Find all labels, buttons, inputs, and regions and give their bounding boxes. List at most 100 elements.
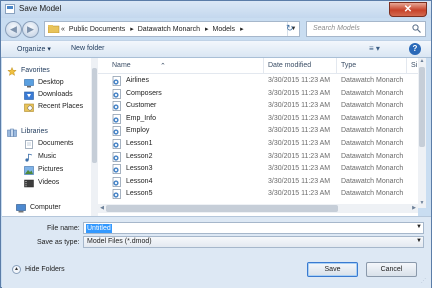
sidebar-item-music[interactable]: Music [38,153,56,160]
sort-arrow-icon: ⌃ [160,63,166,70]
file-date-modified: 3/30/2015 11:23 AM [268,177,331,185]
scroll-up-icon[interactable]: ▲ [418,58,426,66]
column-header-name[interactable]: Name [112,62,131,69]
resize-grip-icon[interactable]: ⋰ [421,278,429,286]
hide-folders-label[interactable]: Hide Folders [25,266,65,273]
file-list-hscroll-thumb[interactable] [106,205,338,212]
file-name[interactable]: Lesson1 [126,140,152,147]
cancel-button[interactable]: Cancel [366,262,417,277]
libraries-icon [7,128,17,137]
file-type: Datawatch Monarch [341,190,404,198]
column-divider[interactable] [406,58,407,74]
search-icon[interactable] [412,24,421,33]
breadcrumb: « Public Documents ▸ Datawatch Monarch ▸ M… [61,25,246,33]
recent-places-icon [24,103,34,112]
file-list: ⌃ Name Date modified Type Si Airlines 3/3… [98,58,418,216]
model-file-icon [112,113,121,124]
scroll-right-icon[interactable]: ▶ [410,204,418,213]
sidebar-item-documents[interactable]: Documents [38,140,73,147]
file-row[interactable]: Lesson5 3/30/2015 11:23 AM Datawatch Monar… [98,188,418,200]
breadcrumb-separator[interactable]: ▸ [205,26,209,33]
star-icon [7,67,17,76]
search-input[interactable]: Search Models [313,25,360,32]
sidebar-group-computer[interactable]: Computer [30,204,61,211]
file-date-modified: 3/30/2015 11:23 AM [268,114,331,122]
file-name-value[interactable]: Untitled [86,224,112,233]
file-row[interactable]: Lesson4 3/30/2015 11:23 AM Datawatch Monar… [98,176,418,188]
file-date-modified: 3/30/2015 11:23 AM [268,77,331,84]
save-as-type-select[interactable]: Model Files (*.dmod) ▼ [83,236,424,248]
sidebar-item-videos[interactable]: Videos [38,179,59,186]
model-file-icon [112,151,121,162]
forward-button[interactable]: ▶ [22,21,39,38]
sidebar-group-libraries[interactable]: Libraries [21,128,48,135]
save-button[interactable]: Save [307,262,358,277]
sidebar-item-recent-places[interactable]: Recent Places [38,103,83,110]
file-list-hscrollbar[interactable]: ◀ ▶ [98,204,418,213]
file-row[interactable]: Employ 3/30/2015 11:23 AM Datawatch Monarc… [98,125,418,137]
column-header-date-modified[interactable]: Date modified [268,62,311,69]
file-name[interactable]: Airlines [126,77,149,84]
scroll-left-icon[interactable]: ◀ [98,204,106,213]
file-row[interactable]: Lesson1 3/30/2015 11:23 AM Datawatch Monar… [98,138,418,150]
back-button[interactable]: ◀ [5,21,22,38]
file-name-field[interactable]: Untitled ▼ [83,222,424,234]
help-icon[interactable]: ? [409,43,421,55]
file-date-modified: 3/30/2015 11:23 AM [268,89,331,97]
file-list-scrollbar[interactable]: ▲ ▼ [418,58,426,208]
file-type: Datawatch Monarch [341,152,404,160]
file-date-modified: 3/30/2015 11:23 AM [268,165,331,173]
view-options-icon[interactable]: ≡ ▾ [369,44,389,55]
sidebar-group-favorites[interactable]: Favorites [21,67,50,74]
column-header-type[interactable]: Type [341,62,356,69]
documents-icon [25,140,33,149]
breadcrumb-separator[interactable]: ▸ [130,26,134,33]
sidebar-item-desktop[interactable]: Desktop [38,79,64,86]
model-file-icon [112,139,121,149]
file-row[interactable]: Customer 3/30/2015 11:23 AM Datawatch Mona… [98,100,418,112]
column-divider[interactable] [336,58,337,74]
scroll-down-icon[interactable]: ▼ [418,200,426,208]
downloads-icon [24,91,34,100]
title-bar: Save Model ✕ [1,1,431,18]
file-row[interactable]: Lesson2 3/30/2015 11:23 AM Datawatch Monar… [98,151,418,163]
computer-icon [16,204,26,213]
file-name[interactable]: Lesson5 [126,190,152,197]
breadcrumb-datawatch-monarch[interactable]: Datawatch Monarch [138,26,200,33]
sidebar-item-downloads[interactable]: Downloads [38,91,73,98]
sidebar-item-pictures[interactable]: Pictures [38,166,63,173]
organize-menu[interactable]: Organize ▾ [17,45,51,53]
file-name[interactable]: Employ [126,127,149,134]
command-bar: Organize ▾ New folder ≡ ▾ ? [1,40,431,58]
file-list-scroll-thumb[interactable] [419,67,425,147]
file-name[interactable]: Customer [126,102,156,109]
file-type: Datawatch Monarch [341,127,404,135]
file-name[interactable]: Composers [126,90,162,97]
breadcrumb-models[interactable]: Models [212,26,235,33]
breadcrumb-chevron[interactable]: « [61,26,65,33]
address-bar[interactable]: « Public Documents ▸ Datawatch Monarch ▸ M… [44,21,300,37]
file-row[interactable]: Airlines 3/30/2015 11:23 AM Datawatch Mona… [98,75,418,87]
file-name[interactable]: Lesson2 [126,153,152,160]
file-name[interactable]: Lesson3 [126,165,152,172]
sidebar-scroll-thumb[interactable] [92,68,97,163]
file-row[interactable]: Composers 3/30/2015 11:23 AM Datawatch Mon… [98,88,418,100]
file-name[interactable]: Lesson4 [126,178,152,185]
file-name[interactable]: Emp_Info [126,115,156,122]
breadcrumb-separator[interactable]: ▸ [240,26,244,33]
file-row[interactable]: Emp_Info 3/30/2015 11:23 AM Datawatch Mona… [98,113,418,125]
refresh-icon[interactable]: ↻ [286,23,294,34]
file-name-dropdown-icon[interactable]: ▼ [416,224,422,230]
new-folder-button[interactable]: New folder [71,45,104,52]
save-as-type-dropdown-icon[interactable]: ▼ [416,238,422,244]
breadcrumb-public-documents[interactable]: Public Documents [69,26,125,33]
file-row[interactable]: Lesson3 3/30/2015 11:23 AM Datawatch Monar… [98,163,418,175]
chevron-up-icon[interactable]: ▲ [12,265,21,274]
search-box[interactable]: Search Models [306,21,426,37]
close-button[interactable]: ✕ [389,2,427,17]
file-date-modified: 3/30/2015 11:23 AM [268,102,331,110]
videos-icon [24,179,34,188]
column-divider[interactable] [263,58,264,74]
sidebar-scrollbar[interactable] [91,58,98,216]
column-header-size[interactable]: Si [411,62,417,69]
